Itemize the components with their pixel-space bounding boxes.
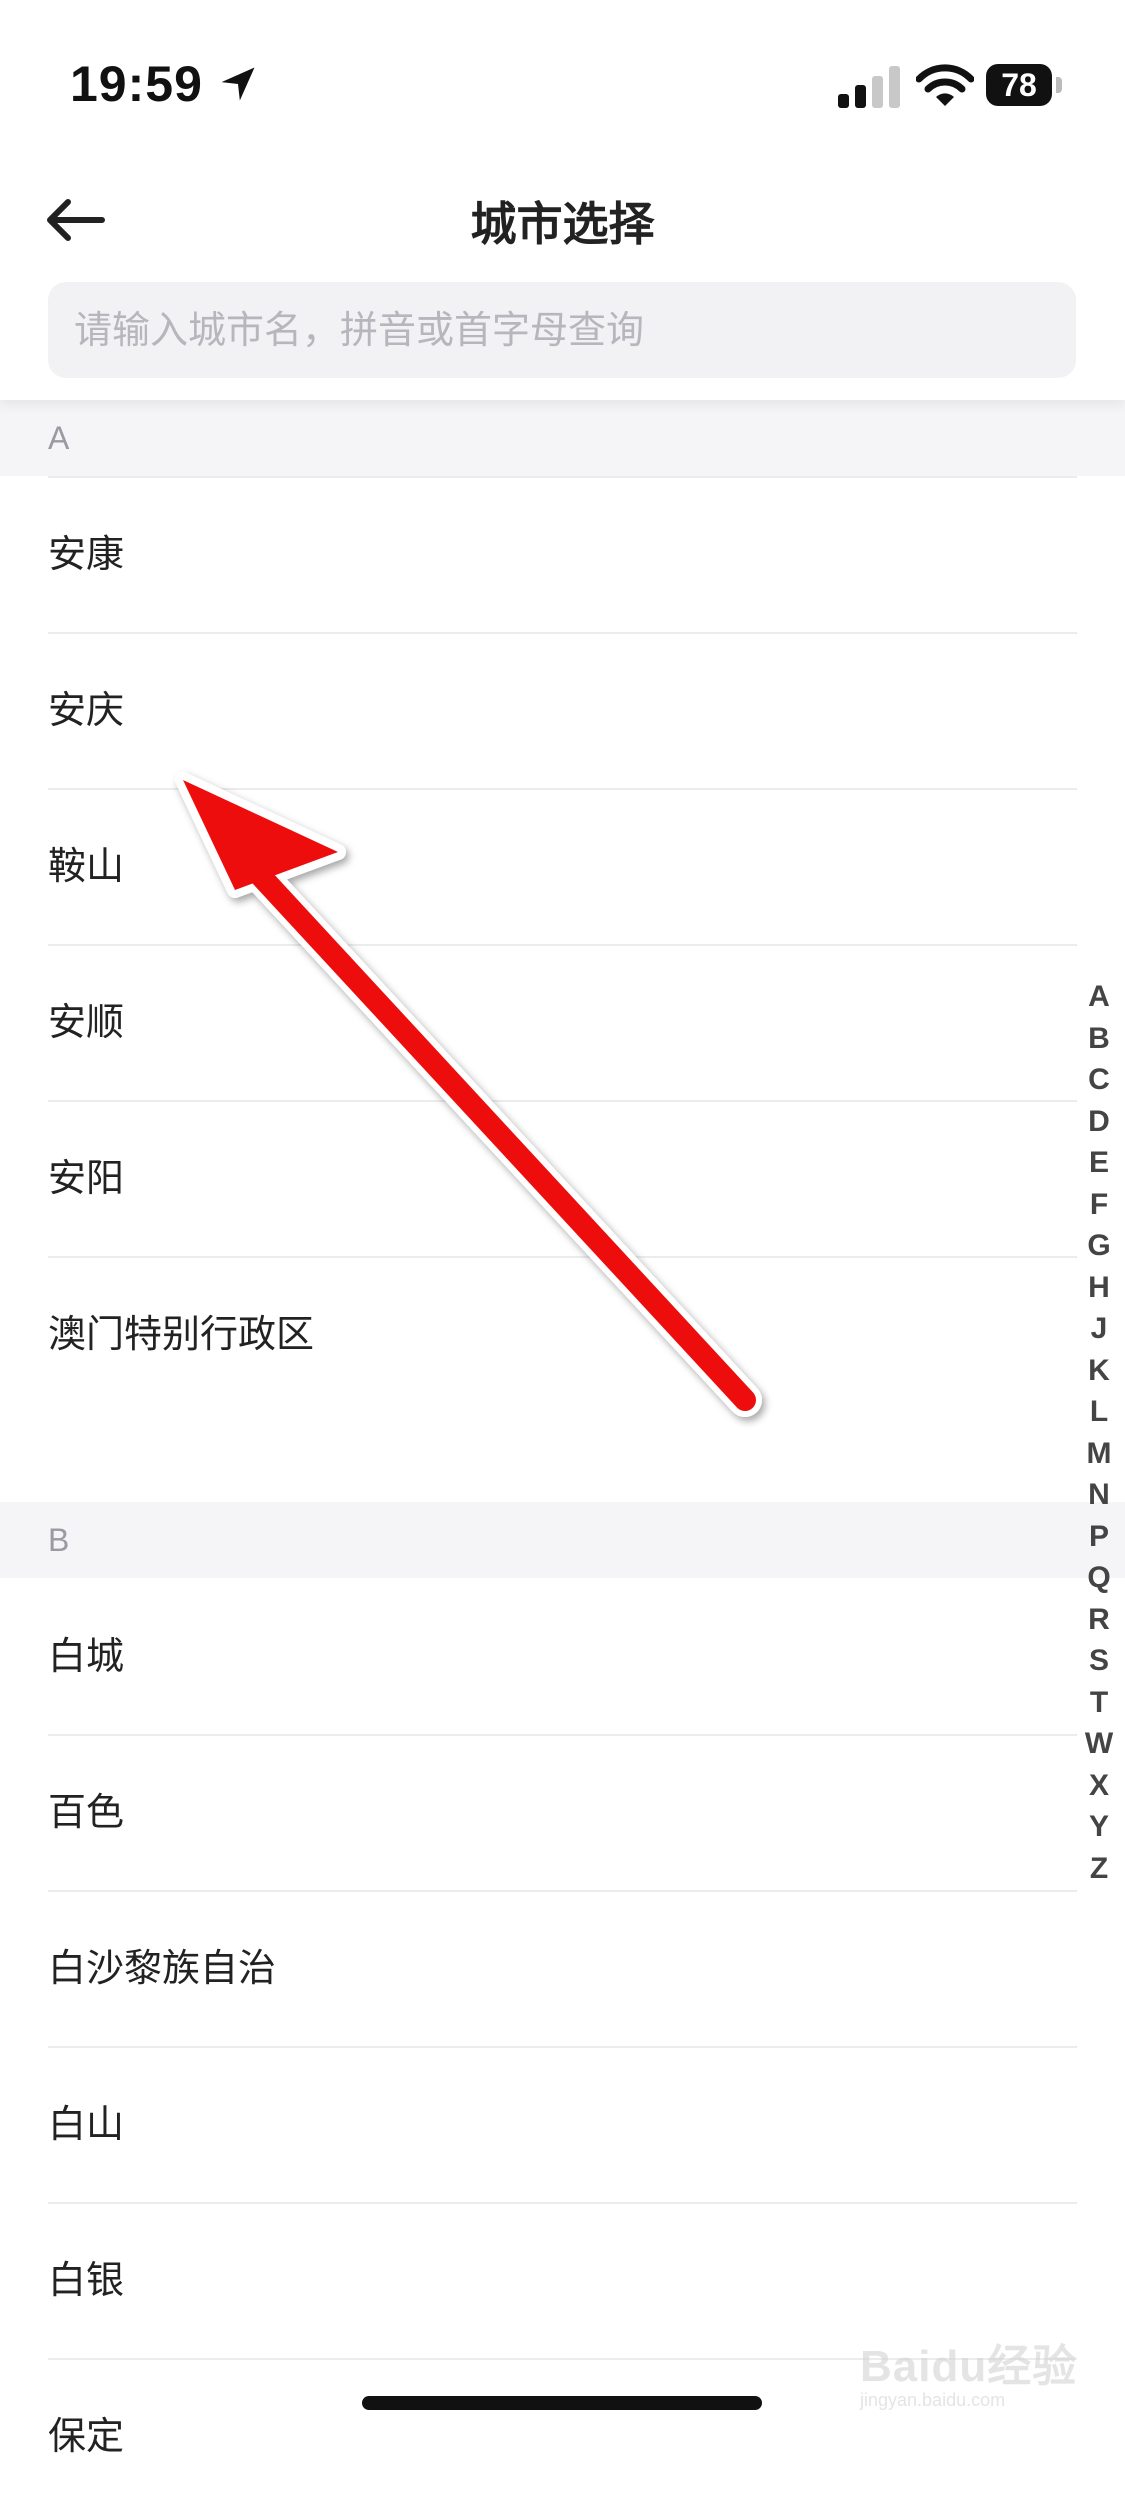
- index-letter[interactable]: S: [1089, 1640, 1109, 1682]
- cellular-signal-icon: [838, 66, 900, 108]
- city-item[interactable]: 安顺: [0, 944, 1125, 1100]
- watermark-brand: Baidu经验: [860, 2342, 1078, 2391]
- battery-level: 78: [986, 64, 1052, 106]
- index-letter[interactable]: D: [1088, 1101, 1110, 1143]
- location-arrow-icon: [221, 67, 255, 101]
- index-letter[interactable]: F: [1090, 1184, 1108, 1226]
- index-letter[interactable]: W: [1085, 1723, 1113, 1765]
- header: 城市选择: [0, 150, 1125, 400]
- status-bar: 19:59 78: [0, 0, 1125, 150]
- city-item[interactable]: 白山: [0, 2046, 1125, 2202]
- city-item[interactable]: 安阳: [0, 1100, 1125, 1256]
- city-item[interactable]: 澳门特别行政区: [0, 1256, 1125, 1412]
- index-letter[interactable]: Q: [1087, 1557, 1110, 1599]
- index-letter[interactable]: C: [1088, 1059, 1110, 1101]
- city-item[interactable]: 白城: [0, 1578, 1125, 1734]
- battery-indicator: 78: [986, 64, 1064, 108]
- baidu-watermark: Baidu经验 jingyan.baidu.com: [860, 2330, 1077, 2411]
- index-letter[interactable]: R: [1088, 1599, 1110, 1641]
- index-letter[interactable]: M: [1087, 1433, 1112, 1475]
- city-item[interactable]: 白沙黎族自治: [0, 1890, 1125, 2046]
- city-item[interactable]: 安庆: [0, 632, 1125, 788]
- index-letter[interactable]: P: [1089, 1516, 1109, 1558]
- index-letter[interactable]: E: [1089, 1142, 1109, 1184]
- wifi-icon: [916, 64, 974, 106]
- index-letter[interactable]: J: [1091, 1308, 1108, 1350]
- index-letter[interactable]: N: [1088, 1474, 1110, 1516]
- battery-cap: [1056, 77, 1062, 93]
- index-letter[interactable]: Y: [1089, 1806, 1109, 1848]
- section-header-a: A: [0, 400, 1125, 476]
- city-item[interactable]: 百色: [0, 1734, 1125, 1890]
- index-letter[interactable]: K: [1088, 1350, 1110, 1392]
- city-list: A 安康 安庆 鞍山 安顺 安阳 澳门特别行政区 B 白城 百色 白沙黎族自治 …: [0, 400, 1125, 2514]
- home-indicator[interactable]: [362, 2396, 762, 2410]
- city-item[interactable]: 鞍山: [0, 788, 1125, 944]
- status-time: 19:59: [70, 56, 203, 112]
- index-letter[interactable]: T: [1090, 1682, 1108, 1724]
- section-header-b: B: [0, 1502, 1125, 1578]
- index-letter[interactable]: H: [1088, 1267, 1110, 1309]
- alphabet-index-bar[interactable]: ABCDEFGHJKLMNPQRSTWXYZ: [1079, 976, 1119, 1889]
- index-letter[interactable]: A: [1088, 976, 1110, 1018]
- city-item[interactable]: 安康: [0, 476, 1125, 632]
- index-letter[interactable]: G: [1087, 1225, 1110, 1267]
- index-letter[interactable]: Z: [1090, 1848, 1108, 1890]
- city-search-input[interactable]: [48, 282, 1076, 378]
- index-letter[interactable]: L: [1090, 1391, 1108, 1433]
- page-title: 城市选择: [470, 197, 655, 251]
- index-letter[interactable]: X: [1089, 1765, 1109, 1807]
- index-letter[interactable]: B: [1088, 1018, 1110, 1060]
